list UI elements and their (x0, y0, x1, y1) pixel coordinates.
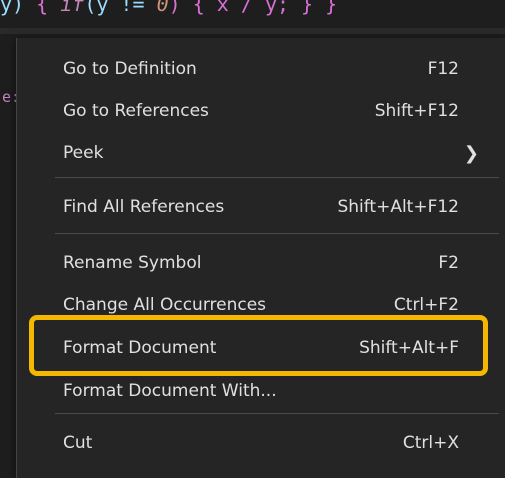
context-menu: Go to Definition F12 Go to References Sh… (16, 38, 505, 478)
menu-item-shortcut: Shift+F12 (374, 101, 459, 121)
menu-item-cut[interactable]: Cut Ctrl+X (17, 421, 505, 465)
menu-separator (55, 233, 499, 234)
menu-item-format-document[interactable]: Format Document Shift+Alt+F (17, 326, 505, 370)
menu-item-shortcut: Ctrl+X (402, 433, 459, 453)
menu-item-format-document-with[interactable]: Format Document With... (17, 369, 505, 413)
code-token: { (24, 0, 61, 16)
menu-item-label: Peek (63, 143, 104, 163)
code-token: 0 (156, 0, 169, 16)
menu-item-peek[interactable]: Peek ❯ (17, 131, 505, 175)
menu-item-label: Rename Symbol (63, 253, 202, 273)
menu-item-find-all-references[interactable]: Find All References Shift+Alt+F12 (17, 185, 505, 229)
menu-item-shortcut: Shift+Alt+F12 (337, 197, 459, 217)
menu-item-shortcut: Ctrl+F2 (393, 295, 459, 315)
menu-item-go-to-definition[interactable]: Go to Definition F12 (17, 47, 505, 91)
code-token: (y != (84, 0, 157, 16)
menu-item-label: Format Document (63, 338, 217, 358)
menu-item-label: Change All Occurrences (63, 295, 267, 315)
menu-item-label: Go to References (63, 101, 209, 121)
chevron-right-icon: ❯ (463, 142, 479, 164)
menu-item-go-to-references[interactable]: Go to References Shift+F12 (17, 89, 505, 133)
menu-item-label: Find All References (63, 197, 225, 217)
code-token: ) { x / y; } } (168, 0, 338, 16)
menu-item-shortcut: F12 (427, 59, 459, 79)
menu-item-shortcut: Shift+Alt+F (359, 338, 459, 358)
menu-item-label: Cut (63, 433, 93, 453)
menu-item-shortcut: F2 (438, 253, 459, 273)
menu-separator (55, 177, 499, 178)
code-token: y) (0, 0, 25, 16)
menu-item-label: Go to Definition (63, 59, 197, 79)
menu-item-label: Format Document With... (63, 381, 277, 401)
code-token: if (60, 0, 85, 16)
menu-separator (55, 413, 499, 414)
editor-divider (0, 28, 505, 34)
menu-item-change-all-occurrences[interactable]: Change All Occurrences Ctrl+F2 (17, 283, 505, 327)
menu-item-rename-symbol[interactable]: Rename Symbol F2 (17, 241, 505, 285)
